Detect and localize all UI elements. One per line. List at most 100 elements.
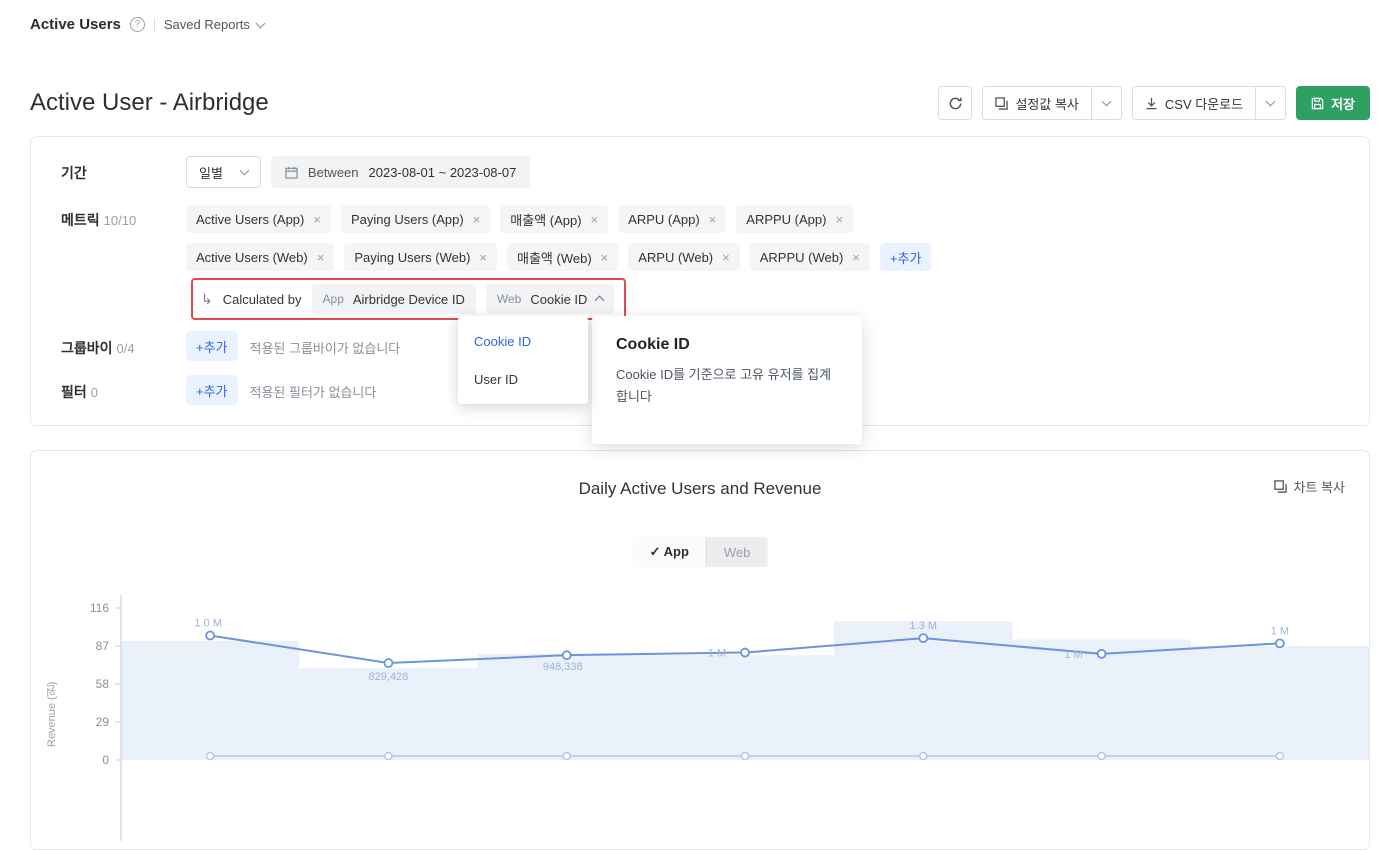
tooltip-body: Cookie ID를 기준으로 고유 유저를 집계합니다 — [616, 367, 832, 405]
svg-text:116: 116 — [90, 601, 109, 615]
remove-metric-icon[interactable]: × — [591, 212, 599, 227]
metric-chip[interactable]: Active Users (Web) × — [186, 243, 335, 271]
copy-settings-label: 설정값 복사 — [1015, 96, 1079, 112]
metric-chip-label: ARPU (Web) — [638, 249, 714, 265]
svg-text:829,428: 829,428 — [369, 671, 409, 683]
svg-text:1.3 M: 1.3 M — [910, 620, 938, 632]
dropdown-option[interactable]: Cookie ID — [458, 322, 588, 360]
groupby-count: 0/4 — [116, 341, 135, 356]
metric-chips-row-2: Active Users (Web) × Paying Users (Web) × 매출… — [186, 243, 932, 271]
chart-tabs: ✓ App Web — [632, 537, 768, 567]
divider — [153, 17, 155, 32]
page-section-title: Active Users — [30, 16, 121, 33]
copy-settings-group: 설정값 복사 — [982, 86, 1122, 120]
metric-chip[interactable]: ARPPU (Web) × — [749, 243, 870, 271]
dropdown-option[interactable]: User ID — [458, 360, 588, 398]
metric-chip-label: 매출액 (App) — [510, 212, 582, 228]
copy-settings-caret[interactable] — [1091, 86, 1122, 120]
tooltip-title: Cookie ID — [616, 336, 690, 353]
breadcrumb: Active Users ? Saved Reports — [30, 16, 266, 33]
metrics-row: 메트릭 10/10 Active Users (App) × Paying Users… — [61, 203, 932, 271]
copy-chart-button[interactable]: 차트 복사 — [1273, 477, 1345, 496]
svg-text:87: 87 — [96, 639, 110, 653]
download-icon — [1146, 97, 1157, 109]
remove-metric-icon[interactable]: × — [473, 212, 481, 227]
remove-metric-icon[interactable]: × — [852, 250, 860, 265]
add-groupby-button[interactable]: +추가 — [186, 331, 238, 361]
csv-download-caret[interactable] — [1256, 86, 1287, 120]
period-row: 기간 일별 Between 2023-08-01 ~ 2023-08-07 — [61, 156, 531, 188]
metric-chips: Active Users (App) × Paying Users (App) × 매출… — [186, 203, 932, 271]
sub-level-arrow-icon: ↳ — [201, 290, 213, 307]
metric-chip-label: ARPU (App) — [628, 211, 700, 227]
csv-download-button[interactable]: CSV 다운로드 — [1131, 86, 1257, 120]
idtype-dropdown: Cookie ID User ID — [458, 316, 588, 404]
saved-reports-menu[interactable]: Saved Reports — [163, 17, 266, 32]
csv-download-label: CSV 다운로드 — [1164, 96, 1244, 112]
metric-chip[interactable]: 매출액 (Web) × — [507, 243, 619, 271]
metric-chip[interactable]: ARPU (App) × — [618, 205, 727, 233]
idtype-tooltip: Cookie ID Cookie ID를 기준으로 고유 유저를 집계합니다 — [592, 316, 862, 444]
groupby-label: 그룹바이 0/4 — [61, 340, 135, 356]
chevron-up-icon — [594, 295, 605, 306]
metric-chip[interactable]: 매출액 (App) × — [500, 205, 609, 233]
granularity-select[interactable]: 일별 — [186, 156, 261, 188]
remove-metric-icon[interactable]: × — [479, 250, 487, 265]
remove-metric-icon[interactable]: × — [317, 250, 325, 265]
chart-tab-web[interactable]: Web — [707, 537, 768, 567]
calculated-by-row: ↳ Calculated by App Airbridge Device ID … — [191, 278, 627, 320]
metric-chip[interactable]: ARPPU (App) × — [736, 205, 854, 233]
refresh-button[interactable] — [938, 86, 973, 120]
chevron-down-icon — [255, 18, 266, 28]
app-key-label: App — [322, 292, 344, 306]
web-id-type-control[interactable]: Web Cookie ID — [485, 284, 615, 314]
svg-text:58: 58 — [96, 677, 110, 691]
chevron-down-icon — [1265, 96, 1276, 107]
chart-svg: 0 29 58 87 116 1.0 M 829,428 948,338 1 M 1.3 M 1 M… — [90, 595, 1369, 841]
svg-text:1 M: 1 M — [1271, 625, 1289, 637]
remove-metric-icon[interactable]: × — [722, 250, 730, 265]
metric-chip-label: ARPPU (Web) — [759, 249, 844, 265]
remove-metric-icon[interactable]: × — [601, 250, 609, 265]
page-title: Active User - Airbridge — [30, 89, 269, 116]
app-id-type-control[interactable]: App Airbridge Device ID — [311, 284, 476, 314]
date-range-value: 2023-08-01 ~ 2023-08-07 — [368, 164, 517, 180]
metric-chip-label: Active Users (App) — [196, 211, 305, 227]
svg-text:948,338: 948,338 — [543, 661, 583, 673]
add-filter-button[interactable]: +추가 — [186, 375, 238, 405]
metric-chip-label: 매출액 (Web) — [517, 250, 592, 266]
period-label: 기간 — [61, 165, 87, 181]
saved-reports-label: Saved Reports — [163, 17, 250, 32]
metric-chip[interactable]: Active Users (App) × — [186, 205, 331, 233]
metric-chip[interactable]: Paying Users (Web) × — [344, 243, 497, 271]
copy-icon — [1273, 480, 1287, 493]
help-icon[interactable]: ? — [129, 17, 145, 32]
toolbar: 설정값 복사 CSV 다운로드 저장 — [938, 86, 1370, 120]
remove-metric-icon[interactable]: × — [709, 212, 717, 227]
metric-chip-label: ARPPU (App) — [746, 211, 827, 227]
filter-count: 0 — [90, 385, 98, 400]
groupby-empty-text: 적용된 그룹바이가 없습니다 — [249, 341, 401, 356]
svg-text:1 M: 1 M — [1064, 649, 1082, 661]
save-button[interactable]: 저장 — [1296, 86, 1370, 120]
chevron-down-icon — [239, 165, 250, 176]
metrics-count: 10/10 — [103, 213, 137, 228]
date-range-control[interactable]: Between 2023-08-01 ~ 2023-08-07 — [270, 156, 531, 188]
app-id-type-value: Airbridge Device ID — [352, 291, 465, 307]
metric-chip[interactable]: ARPU (Web) × — [628, 243, 740, 271]
web-id-type-value: Cookie ID — [530, 291, 588, 307]
copy-settings-button[interactable]: 설정값 복사 — [982, 86, 1092, 120]
csv-download-group: CSV 다운로드 — [1131, 86, 1287, 120]
filter-empty-text: 적용된 필터가 없습니다 — [249, 385, 377, 400]
remove-metric-icon[interactable]: × — [313, 212, 321, 227]
metric-chip-label: Active Users (Web) — [196, 249, 308, 265]
web-key-label: Web — [496, 292, 522, 306]
chart-tab-app[interactable]: ✓ App — [632, 537, 706, 567]
copy-icon — [995, 96, 1009, 110]
granularity-value: 일별 — [199, 165, 223, 181]
chart-title: Daily Active Users and Revenue — [578, 479, 822, 498]
remove-metric-icon[interactable]: × — [835, 212, 843, 227]
add-metric-button[interactable]: +추가 — [879, 243, 932, 271]
metric-chip[interactable]: Paying Users (App) × — [340, 205, 491, 233]
filter-row: 필터 0 +추가 적용된 필터가 없습니다 — [61, 375, 376, 405]
